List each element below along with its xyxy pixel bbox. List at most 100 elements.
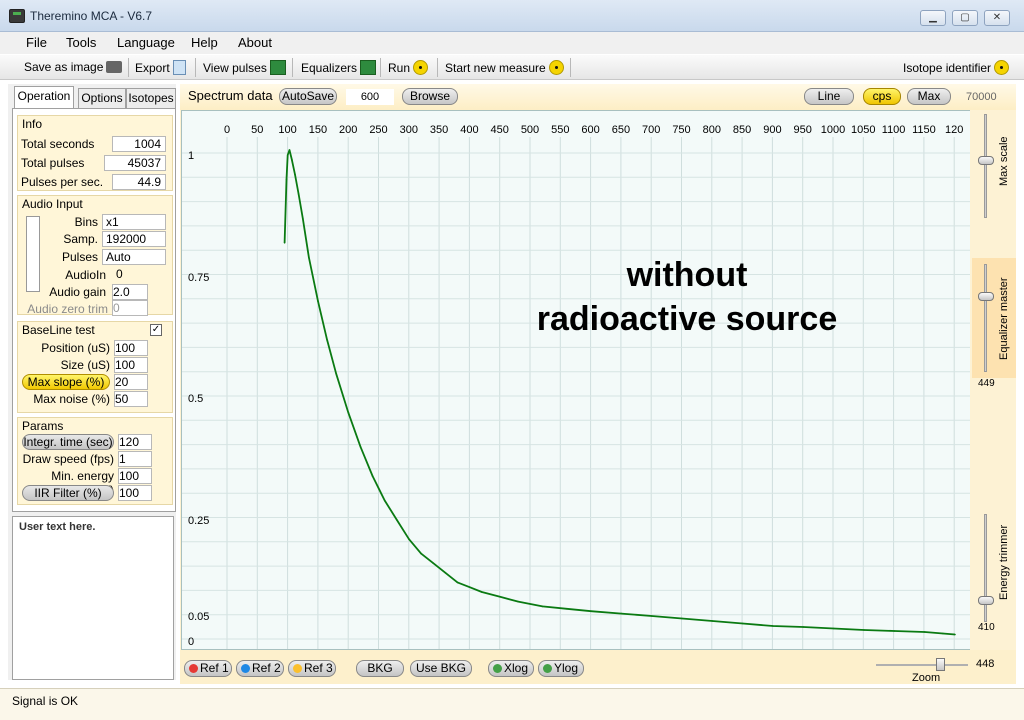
- isotope-identifier-button[interactable]: Isotope identifier: [903, 60, 1010, 75]
- view-pulses-button[interactable]: View pulses: [203, 60, 286, 75]
- equalizer-master-label: Equalizer master: [998, 277, 1010, 360]
- app-icon: [9, 9, 25, 23]
- cps-button[interactable]: cps: [863, 88, 901, 105]
- iir-filter-input[interactable]: 100: [118, 485, 152, 501]
- total-pulses-value: 45037: [104, 155, 166, 171]
- x-tick-label: 800: [703, 124, 721, 136]
- spectrum-data-point: [420, 552, 422, 555]
- menu-language[interactable]: Language: [117, 35, 175, 50]
- menu-about[interactable]: About: [238, 35, 272, 50]
- min-energy-input[interactable]: 100: [118, 468, 152, 484]
- browse-button[interactable]: Browse: [402, 88, 458, 105]
- spectrum-data-point: [650, 615, 653, 617]
- menu-tools[interactable]: Tools: [66, 35, 96, 50]
- spectrum-series-line: [283, 149, 956, 636]
- equalizers-button[interactable]: Equalizers: [301, 60, 377, 75]
- audio-zero-trim-input[interactable]: 0: [112, 300, 148, 316]
- samp-select[interactable]: 192000: [102, 231, 166, 247]
- autosave-interval-input[interactable]: 600: [346, 89, 394, 105]
- bins-select[interactable]: x1: [102, 214, 166, 230]
- x-tick-label: 120: [945, 124, 963, 136]
- overlay-line-1: without: [626, 256, 748, 294]
- save-image-button[interactable]: Save as image: [24, 60, 123, 74]
- overlay-line-2: radioactive source: [536, 300, 838, 338]
- zoom-slider[interactable]: [936, 658, 945, 671]
- draw-speed-input[interactable]: 1: [118, 451, 152, 467]
- spectrum-data-point: [283, 242, 286, 244]
- integration-time-button[interactable]: Integr. time (sec): [22, 434, 114, 450]
- spectrum-data-point: [456, 581, 459, 584]
- export-button[interactable]: Export: [135, 60, 186, 75]
- energy-trimmer-value: 410: [978, 622, 995, 633]
- export-icon: [172, 60, 186, 75]
- equalizer-master-slider[interactable]: [978, 292, 994, 301]
- max-scale-label: Max scale: [998, 136, 1010, 186]
- spectrum-data-point: [408, 538, 410, 540]
- max-scale-slider[interactable]: [978, 156, 994, 165]
- yellow-dot-icon: [293, 664, 302, 673]
- spectrum-data-point: [741, 622, 744, 625]
- max-slope-button[interactable]: Max slope (%): [22, 374, 110, 390]
- energy-trimmer-slider[interactable]: [978, 596, 994, 605]
- spectrum-data-point: [954, 633, 956, 636]
- integration-time-input[interactable]: 120: [118, 434, 152, 450]
- baseline-title: BaseLine test: [22, 323, 95, 337]
- size-label: Size (uS): [60, 358, 110, 372]
- right-controls: Max scale Equalizer master 449 Energy tr…: [970, 110, 1016, 650]
- samp-label: Samp.: [63, 232, 98, 246]
- equalizer-icon: [360, 60, 377, 75]
- bkg-button[interactable]: BKG: [356, 660, 404, 677]
- max-button[interactable]: Max: [907, 88, 951, 105]
- maximize-button[interactable]: ▢: [952, 10, 978, 26]
- iir-filter-button[interactable]: IIR Filter (%): [22, 485, 114, 501]
- position-input[interactable]: 100: [114, 340, 148, 356]
- spectrum-data-point: [772, 625, 774, 627]
- ref1-button[interactable]: Ref 1: [184, 660, 232, 677]
- close-button[interactable]: ✕: [984, 10, 1010, 26]
- menu-help[interactable]: Help: [191, 35, 218, 50]
- autosave-button[interactable]: AutoSave: [279, 88, 337, 105]
- green-dot-icon: [493, 664, 502, 673]
- baseline-checkbox[interactable]: ✓: [150, 324, 162, 336]
- x-tick-label: 400: [460, 124, 478, 136]
- spectrum-data-point: [302, 217, 304, 220]
- spectrum-data-point: [923, 631, 926, 633]
- radiation-icon: [413, 60, 429, 75]
- xlog-button[interactable]: Xlog: [488, 660, 534, 677]
- x-tick-label: 1150: [912, 124, 936, 136]
- tab-isotopes[interactable]: Isotopes: [126, 88, 176, 108]
- x-tick-label: 850: [733, 124, 751, 136]
- minimize-button[interactable]: ▁: [920, 10, 946, 26]
- ref2-button[interactable]: Ref 2: [236, 660, 284, 677]
- max-noise-input[interactable]: 50: [114, 391, 148, 407]
- start-new-measure-button[interactable]: Start new measure: [445, 60, 564, 75]
- run-button[interactable]: Run: [388, 60, 429, 75]
- spectrum-data-point: [432, 562, 435, 564]
- pulses-label: Pulses: [61, 250, 98, 264]
- ylog-button[interactable]: Ylog: [538, 660, 584, 677]
- audio-level-meter: [26, 216, 40, 292]
- spectrum-data-point: [335, 373, 337, 375]
- params-group: Params Integr. time (sec) 120 Draw speed…: [17, 417, 173, 505]
- energy-trimmer-track: [984, 514, 987, 622]
- menu-file[interactable]: File: [26, 35, 47, 50]
- x-tick-label: 200: [339, 124, 357, 136]
- user-text-area[interactable]: User text here.: [12, 516, 174, 680]
- spectrum-data-point: [383, 499, 386, 502]
- spectrum-data-point: [291, 159, 293, 161]
- operation-tab-body: Info Total seconds 1004 Total pulses 450…: [12, 108, 176, 512]
- toolbar-separator: [195, 58, 196, 77]
- size-input[interactable]: 100: [114, 357, 148, 373]
- tab-options[interactable]: Options: [78, 88, 126, 108]
- x-tick-label: 600: [581, 124, 599, 136]
- x-tick-label: 150: [309, 124, 327, 136]
- line-button[interactable]: Line: [804, 88, 854, 105]
- ref3-button[interactable]: Ref 3: [288, 660, 336, 677]
- audio-gain-input[interactable]: 2.0: [112, 284, 148, 300]
- spectrum-plot[interactable]: 0 50 100 150 200 250 300 350 400 450 500 550 600 650 7…: [181, 110, 971, 650]
- spectrum-data-point: [711, 620, 714, 622]
- max-slope-input[interactable]: 20: [114, 374, 148, 390]
- tab-operation[interactable]: Operation: [14, 86, 74, 108]
- use-bkg-button[interactable]: Use BKG: [410, 660, 472, 677]
- pulses-select[interactable]: Auto: [102, 249, 166, 265]
